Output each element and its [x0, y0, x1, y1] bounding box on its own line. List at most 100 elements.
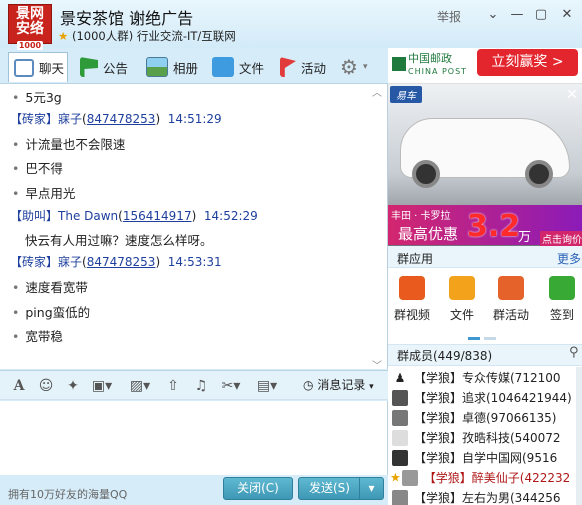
post-logo-en: CHINA POST: [408, 67, 468, 76]
message-line: • 早点用光: [12, 186, 76, 201]
close-window-button[interactable]: ✕: [557, 6, 577, 24]
message-input[interactable]: [0, 401, 388, 475]
sender-id-link[interactable]: 156414917: [123, 209, 192, 223]
group-info: ★ (1000人群) 行业交流-IT/互联网: [58, 28, 236, 44]
members-scrollbar[interactable]: [576, 367, 582, 505]
car-price: 3.2: [467, 209, 521, 244]
members-title: 群成员(449/838): [397, 349, 493, 363]
search-icon[interactable]: ⚲: [569, 345, 579, 360]
member-item[interactable]: 【学狼】卓德(97066135): [392, 409, 556, 429]
scissors-icon[interactable]: ✂▾: [218, 377, 244, 395]
group-name[interactable]: 景安茶馆 谢绝广告: [60, 5, 193, 29]
avatar: [392, 489, 408, 505]
message-history-button[interactable]: ◷ 消息记录 ▾: [303, 376, 374, 393]
message-header: 【助叫】The Dawn(156414917) 14:52:29: [10, 209, 258, 223]
sender-name[interactable]: 寐子: [58, 255, 82, 269]
flag-icon: [80, 57, 98, 77]
video-icon: [399, 276, 425, 300]
tab-chat[interactable]: 聊天: [8, 52, 68, 82]
tab-files[interactable]: 文件: [212, 52, 264, 82]
tab-announcement[interactable]: 公告: [80, 52, 128, 82]
message-line: • 5元3g: [12, 90, 62, 105]
clock-icon: ◷: [303, 378, 314, 392]
checkin-icon: [549, 276, 575, 300]
folder-icon: [212, 57, 234, 77]
group-avatar[interactable]: 景网安络 1000: [8, 4, 52, 50]
sender-name[interactable]: The Dawn: [58, 209, 118, 223]
app-files[interactable]: 文件: [442, 276, 482, 323]
car-wheel: [412, 160, 440, 188]
tab-album[interactable]: 相册: [146, 52, 198, 82]
upload-icon[interactable]: ⇧: [164, 377, 182, 395]
chat-icon: [14, 58, 34, 77]
message-line: • ping蛮低的: [12, 305, 91, 320]
tab-label: 相册: [173, 60, 199, 76]
apps-title: 群应用: [397, 252, 434, 266]
win-prize-button[interactable]: 立刻赢奖 >: [477, 49, 578, 76]
message-line: • 速度看宽带: [12, 280, 88, 295]
music-icon[interactable]: ♫: [192, 377, 210, 395]
tab-label: 活动: [301, 60, 327, 76]
message-line: • 计流量也不会限速: [12, 137, 126, 152]
tab-label: 公告: [103, 60, 129, 76]
more-icon[interactable]: ▤▾: [254, 377, 280, 395]
star-icon: ★: [58, 29, 69, 43]
font-icon[interactable]: A: [10, 377, 28, 395]
message-line: • 巴不得: [12, 161, 63, 176]
logo-text: 景网安络: [16, 6, 44, 37]
close-button[interactable]: 关闭(C): [223, 477, 293, 500]
qq-ad-link[interactable]: 拥有10万好友的海量QQ: [8, 486, 127, 502]
message-header: 【砖家】寐子(847478253) 14:51:29: [10, 112, 222, 126]
group-info-text: (1000人群) 行业交流-IT/互联网: [71, 29, 236, 43]
car-offer: 最高优惠: [398, 225, 459, 243]
send-options-icon[interactable]: ▾: [359, 478, 383, 499]
app-group-video[interactable]: 群视频: [392, 276, 432, 323]
sender-id-link[interactable]: 847478253: [87, 255, 156, 269]
send-button[interactable]: 发送(S) ▾: [298, 477, 384, 500]
message-line: 快云有人用过嘛？速度怎么样呀。: [25, 233, 213, 248]
apps-more-link[interactable]: 更多: [557, 250, 581, 267]
avatar: [392, 409, 408, 426]
tab-bar: 聊天 公告 相册 文件 活动 ⚙ ▾: [0, 48, 388, 84]
sender-name[interactable]: 寐子: [58, 112, 82, 126]
avatar: [392, 449, 408, 466]
folder-icon: [449, 276, 475, 300]
tab-events[interactable]: 活动: [280, 52, 326, 82]
image-icon[interactable]: ▨▾: [127, 377, 153, 395]
maximize-button[interactable]: ▢: [531, 6, 551, 24]
avatar: ♟: [392, 369, 408, 386]
gift-icon[interactable]: ▣▾: [89, 377, 115, 395]
car-model: 丰田 · 卡罗拉: [391, 211, 451, 222]
sender-id-link[interactable]: 847478253: [87, 112, 156, 126]
settings-gear-icon[interactable]: ⚙ ▾: [340, 52, 367, 82]
avatar: [401, 469, 418, 486]
post-logo-text: 中国邮政: [408, 52, 452, 65]
china-post-logo: 中国邮政 CHINA POST: [392, 46, 467, 78]
app-checkin[interactable]: 签到: [542, 276, 582, 323]
emoji-icon[interactable]: ☺: [37, 377, 55, 395]
avatar: [392, 429, 408, 446]
dropdown-icon[interactable]: ⌄: [483, 6, 503, 24]
member-item[interactable]: 【学狼】左右为男(344256: [392, 489, 561, 505]
member-item[interactable]: ★ 【学狼】醉美仙子(422232: [390, 469, 570, 489]
close-ad-icon[interactable]: ✕: [566, 87, 578, 103]
price-query-button[interactable]: 点击询价: [540, 231, 582, 246]
tab-label: 文件: [239, 60, 265, 76]
yiche-logo: 易车: [390, 86, 422, 103]
photo-icon: [146, 57, 168, 77]
activity-icon: [498, 276, 524, 300]
magic-icon[interactable]: ✦: [64, 377, 82, 395]
app-group-activity[interactable]: 群活动: [491, 276, 531, 323]
avatar: [392, 389, 408, 406]
member-item[interactable]: 【学狼】孜晧科技(540072: [392, 429, 561, 449]
report-button[interactable]: 举报: [437, 8, 461, 25]
message-line: • 宽带稳: [12, 329, 63, 344]
scroll-up-icon[interactable]: ︿: [372, 84, 382, 99]
star-icon: ★: [390, 470, 401, 485]
apps-pager[interactable]: [468, 329, 508, 340]
member-item[interactable]: 【学狼】自学中国网(9516: [392, 449, 557, 469]
member-item[interactable]: 【学狼】追求(1046421944): [392, 389, 572, 409]
message-header: 【砖家】寐子(847478253) 14:53:31: [10, 255, 222, 269]
member-item[interactable]: ♟ 【学狼】专众传媒(712100: [392, 369, 561, 389]
minimize-button[interactable]: —: [507, 6, 527, 24]
